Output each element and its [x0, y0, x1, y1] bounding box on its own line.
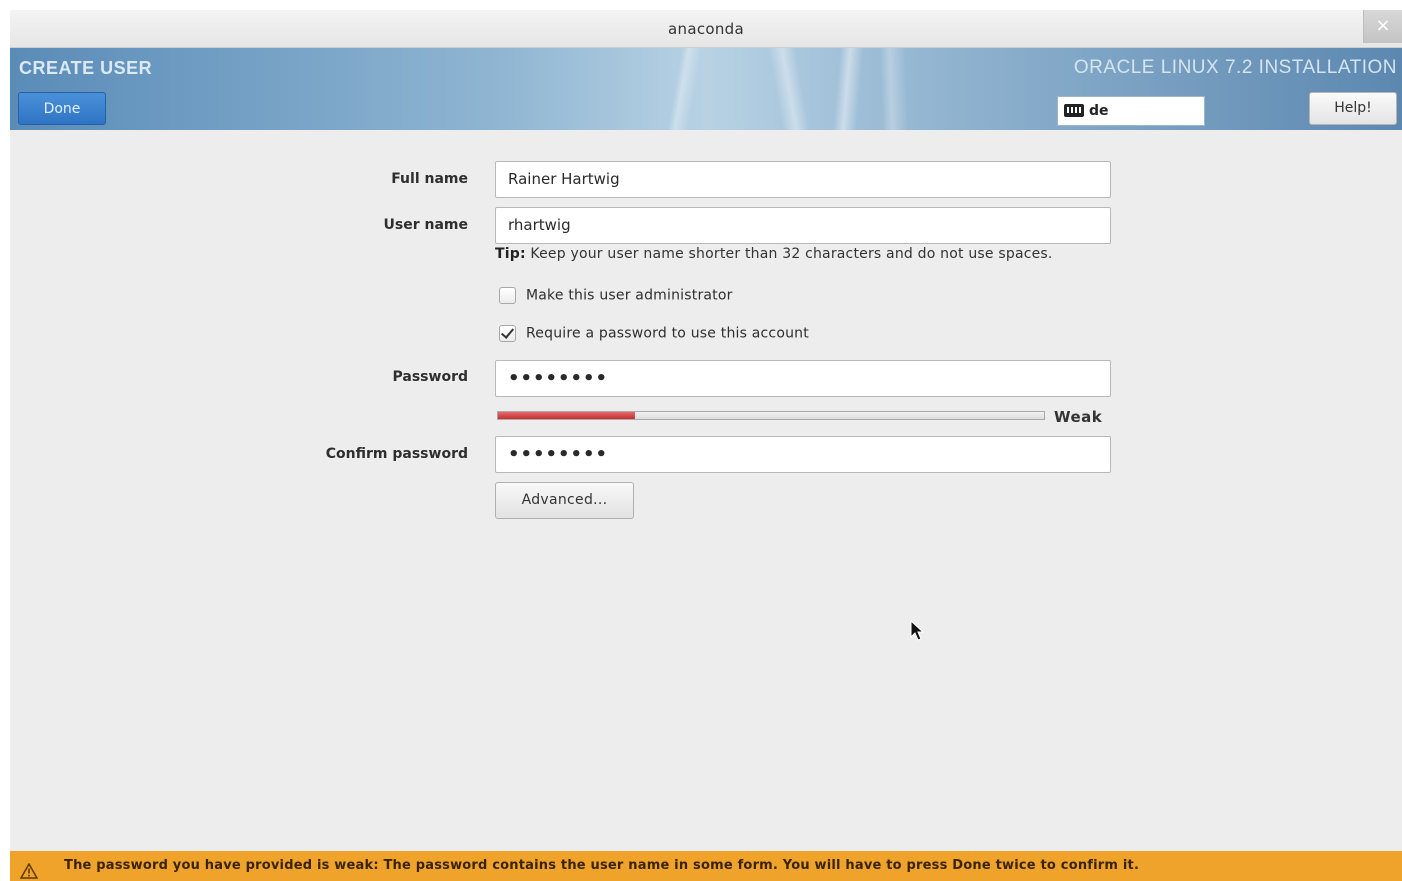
help-button[interactable]: Help!: [1309, 92, 1397, 125]
close-button[interactable]: ×: [1363, 10, 1402, 43]
confirm-password-field[interactable]: ••••••••: [495, 436, 1111, 473]
mouse-pointer-icon: [910, 620, 925, 641]
keyboard-icon: [1064, 104, 1084, 117]
full-name-label: Full name: [391, 171, 468, 187]
warning-bar: The password you have provided is weak: …: [10, 851, 1402, 881]
close-icon: ×: [1375, 15, 1391, 36]
warning-message: The password you have provided is weak: …: [64, 858, 1140, 873]
password-strength-label: Weak: [1054, 408, 1103, 426]
require-password-label: Require a password to use this account: [526, 325, 809, 342]
password-field[interactable]: ••••••••: [495, 360, 1111, 397]
admin-checkbox-label: Make this user administrator: [526, 287, 733, 304]
password-label: Password: [392, 369, 468, 385]
header-background-rays: [650, 48, 970, 130]
admin-checkbox-row[interactable]: Make this user administrator: [499, 287, 733, 307]
advanced-button[interactable]: Advanced...: [495, 482, 634, 519]
keyboard-layout-indicator[interactable]: de: [1057, 96, 1205, 126]
full-name-field[interactable]: Rainer Hartwig: [495, 161, 1111, 198]
password-strength-fill: [498, 412, 635, 419]
product-title: ORACLE LINUX 7.2 INSTALLATION: [1073, 57, 1397, 78]
create-user-form: Full name Rainer Hartwig User name rhart…: [10, 130, 1402, 850]
admin-checkbox[interactable]: [499, 287, 516, 304]
done-button[interactable]: Done: [18, 92, 106, 125]
tip-text: Keep your user name shorter than 32 char…: [525, 246, 1053, 262]
spoke-header: CREATE USER Done ORACLE LINUX 7.2 INSTAL…: [10, 48, 1402, 130]
require-password-row[interactable]: Require a password to use this account: [499, 325, 809, 345]
require-password-checkbox[interactable]: [499, 325, 516, 342]
keyboard-layout-label: de: [1089, 103, 1109, 119]
warning-icon: [20, 863, 38, 879]
title-bar: anaconda ×: [10, 10, 1402, 48]
user-name-field[interactable]: rhartwig: [495, 207, 1111, 244]
window-title: anaconda: [668, 20, 744, 38]
section-title: CREATE USER: [19, 58, 153, 78]
tip-prefix: Tip:: [495, 246, 526, 262]
confirm-password-label: Confirm password: [325, 446, 468, 462]
password-strength-bar: [497, 411, 1045, 420]
user-name-label: User name: [383, 217, 468, 233]
user-name-tip: Tip: Keep your user name shorter than 32…: [495, 246, 1053, 262]
anaconda-window: anaconda × CREATE USER Done ORACLE LINUX…: [10, 10, 1402, 881]
